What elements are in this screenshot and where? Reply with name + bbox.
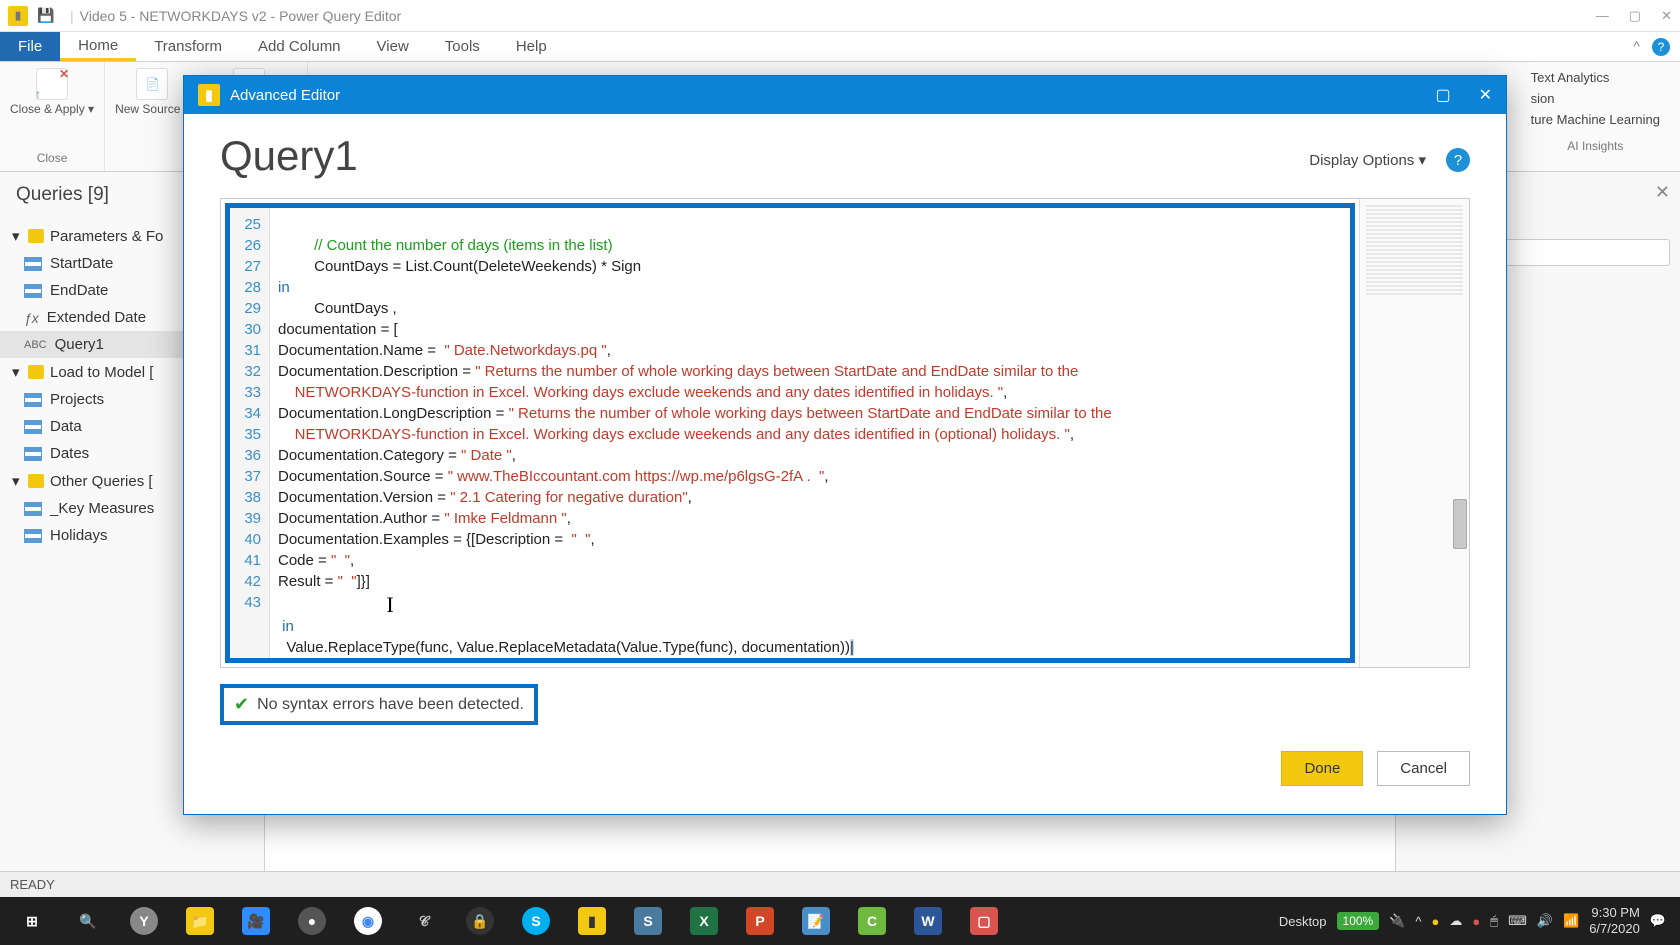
tray-icon-2[interactable]: ☁	[1449, 913, 1462, 929]
close-apply-button[interactable]: ✕ ↑ Close & Apply ▾	[10, 68, 94, 116]
pane-close-icon[interactable]: ✕	[1655, 182, 1670, 203]
dialog-title-text: Advanced Editor	[230, 87, 340, 104]
tab-help[interactable]: Help	[498, 32, 565, 61]
text-analytics-button[interactable]: Text Analytics	[1531, 70, 1660, 85]
tray-chevron-icon[interactable]: 🔌	[1389, 913, 1405, 929]
save-icon[interactable]: 💾	[36, 6, 56, 26]
text-cursor-icon: I	[386, 594, 393, 615]
vision-button[interactable]: sion	[1531, 91, 1660, 106]
dialog-app-icon: ▮	[198, 84, 220, 106]
syntax-status: ✔ No syntax errors have been detected.	[220, 684, 538, 725]
code-editor[interactable]: 25 26 27 28 29 30 31 32 33 34 35 36 37 3…	[220, 198, 1470, 668]
minimize-icon[interactable]: —	[1596, 8, 1609, 24]
tab-tools[interactable]: Tools	[427, 32, 498, 61]
maximize-icon[interactable]: ▢	[1629, 8, 1641, 24]
dialog-titlebar[interactable]: ▮ Advanced Editor ▢ ✕	[184, 76, 1506, 114]
dialog-maximize-icon[interactable]: ▢	[1435, 85, 1450, 105]
taskbar-app-5[interactable]: 📝	[790, 901, 842, 941]
taskbar-word[interactable]: W	[902, 901, 954, 941]
syntax-status-text: No syntax errors have been detected.	[257, 696, 524, 714]
taskbar-app-4[interactable]: 🔒	[454, 901, 506, 941]
tray-icon-4[interactable]: 🖱	[1490, 913, 1498, 929]
tab-transform[interactable]: Transform	[136, 32, 240, 61]
line-number-gutter: 25 26 27 28 29 30 31 32 33 34 35 36 37 3…	[230, 208, 270, 658]
new-source-button[interactable]: 📄 New Source ▾	[115, 68, 190, 116]
tab-view[interactable]: View	[359, 32, 427, 61]
taskbar-excel[interactable]: X	[678, 901, 730, 941]
window-titlebar: ▮ 💾 | Video 5 - NETWORKDAYS v2 - Power Q…	[0, 0, 1680, 32]
tab-file[interactable]: File	[0, 32, 60, 61]
tray-volume-icon[interactable]: 🔊	[1537, 913, 1553, 929]
battery-icon[interactable]: 100%	[1337, 912, 1380, 930]
ribbon-group-ai: AI Insights	[1531, 139, 1660, 153]
tab-add-column[interactable]: Add Column	[240, 32, 359, 61]
check-icon: ✔	[234, 694, 249, 715]
taskbar-powerbi[interactable]: ▮	[566, 901, 618, 941]
tray-icon-1[interactable]: ●	[1432, 914, 1440, 929]
code-content[interactable]: // Count the number of days (items in th…	[270, 208, 1350, 658]
taskbar-desktop-label[interactable]: Desktop	[1279, 914, 1327, 929]
taskbar-zoom[interactable]: 🎥	[230, 901, 282, 941]
status-text: READY	[10, 877, 55, 892]
taskbar-skype[interactable]: S	[510, 901, 562, 941]
tray-notifications-icon[interactable]: 💬	[1650, 913, 1666, 929]
taskbar-app-1[interactable]: Y	[118, 901, 170, 941]
taskbar-snagit[interactable]: S	[622, 901, 674, 941]
taskbar-clock[interactable]: 9:30 PM 6/7/2020	[1589, 905, 1640, 936]
tab-home[interactable]: Home	[60, 32, 136, 61]
taskbar-camtasia[interactable]: C	[846, 901, 898, 941]
tray-icon-5[interactable]: ⌨	[1508, 913, 1527, 929]
taskbar-app-3[interactable]: 𝒞	[398, 901, 450, 941]
done-button[interactable]: Done	[1281, 751, 1363, 786]
tray-icon-3[interactable]: ●	[1472, 914, 1480, 929]
chevron-up-icon[interactable]: ^	[1633, 38, 1640, 56]
tray-chevron-up-icon[interactable]: ^	[1415, 914, 1421, 929]
search-button[interactable]: 🔍	[62, 901, 114, 941]
app-icon: ▮	[8, 6, 28, 26]
ribbon-group-close: Close	[37, 151, 68, 165]
taskbar: ⊞ 🔍 Y 📁 🎥 ● ◉ 𝒞 🔒 S ▮ S X P 📝 C W ▢ Desk…	[0, 897, 1680, 945]
status-bar: READY	[0, 871, 1680, 897]
dialog-close-icon[interactable]: ✕	[1479, 85, 1492, 105]
taskbar-powerpoint[interactable]: P	[734, 901, 786, 941]
help-icon[interactable]: ?	[1652, 38, 1670, 56]
display-options-dropdown[interactable]: Display Options ▾	[1309, 151, 1426, 169]
taskbar-explorer[interactable]: 📁	[174, 901, 226, 941]
taskbar-app-6[interactable]: ▢	[958, 901, 1010, 941]
minimap[interactable]	[1359, 199, 1469, 667]
start-button[interactable]: ⊞	[6, 901, 58, 941]
minimap-scroll-thumb[interactable]	[1453, 499, 1467, 549]
window-title: Video 5 - NETWORKDAYS v2 - Power Query E…	[80, 8, 402, 24]
taskbar-app-2[interactable]: ●	[286, 901, 338, 941]
dialog-help-icon[interactable]: ?	[1446, 148, 1470, 172]
taskbar-chrome[interactable]: ◉	[342, 901, 394, 941]
tray-wifi-icon[interactable]: 📶	[1563, 913, 1579, 929]
cancel-button[interactable]: Cancel	[1377, 751, 1470, 786]
close-icon[interactable]: ✕	[1661, 8, 1672, 24]
advanced-editor-dialog: ▮ Advanced Editor ▢ ✕ Query1 Display Opt…	[183, 75, 1507, 815]
dialog-query-name: Query1	[220, 132, 358, 180]
aml-button[interactable]: ture Machine Learning	[1531, 112, 1660, 127]
ribbon-tabs: File Home Transform Add Column View Tool…	[0, 32, 1680, 62]
